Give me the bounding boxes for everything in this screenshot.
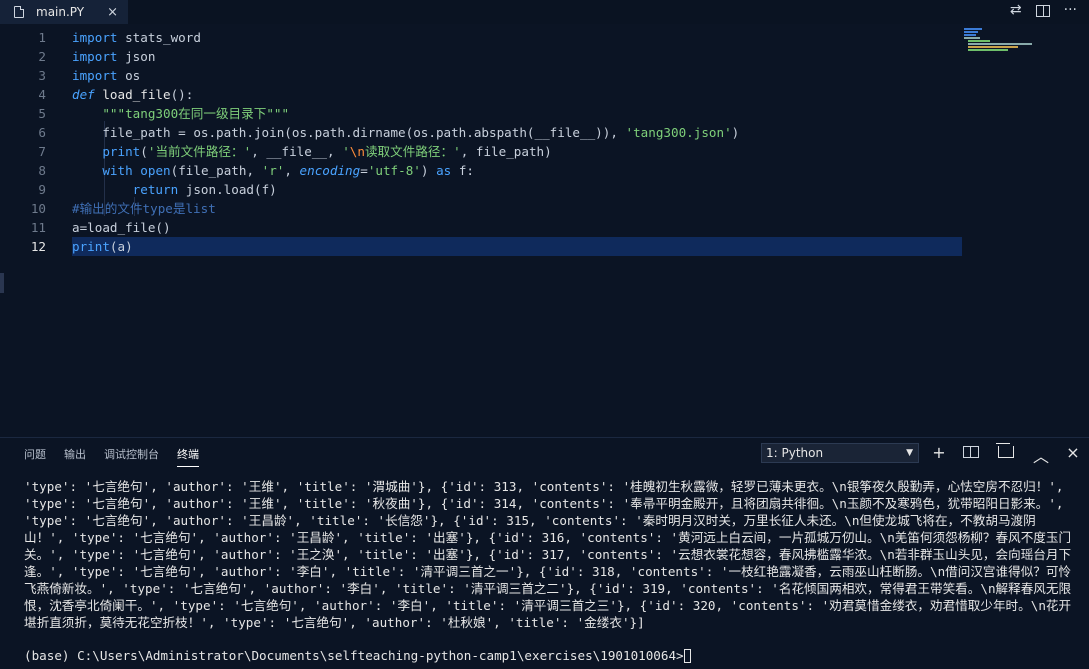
terminal-select[interactable]: 1: Python ▼ bbox=[761, 443, 919, 463]
code-text: return json.load(f) bbox=[132, 182, 277, 197]
terminal-output: 'type': '七言绝句', 'author': '王维', 'title':… bbox=[24, 479, 1072, 630]
split-terminal-icon[interactable] bbox=[963, 446, 979, 458]
minimap[interactable] bbox=[962, 26, 1042, 52]
trash-icon[interactable] bbox=[996, 443, 1014, 458]
code-text: import json bbox=[72, 49, 156, 64]
code-text: file_path = os.path.join(os.path.dirname… bbox=[72, 125, 740, 140]
code-line[interactable]: 4 def load_file(): bbox=[0, 85, 1000, 104]
line-number: 10 bbox=[30, 201, 46, 216]
code-text: import stats_word bbox=[72, 30, 201, 45]
code-line[interactable]: 6 file_path = os.path.join(os.path.dirna… bbox=[0, 123, 1000, 142]
code-line[interactable]: 7 print('当前文件路径：', __file__, '\n读取文件路径：'… bbox=[0, 142, 1000, 161]
file-icon bbox=[14, 6, 24, 18]
code-text: a=load_file() bbox=[72, 220, 171, 235]
code-text: with open(file_path, 'r', encoding='utf-… bbox=[102, 163, 474, 178]
compare-changes-icon[interactable]: ⇄ bbox=[1010, 2, 1022, 18]
current-line-highlight bbox=[72, 237, 962, 256]
code-line[interactable]: 8 with open(file_path, 'r', encoding='ut… bbox=[0, 161, 1000, 180]
close-panel-icon[interactable]: × bbox=[1065, 443, 1081, 467]
code-editor[interactable]: 1 import stats_word 2 import json 3 import os… bbox=[0, 26, 1089, 436]
code-line[interactable]: 5 """tang300在同一级目录下""" bbox=[0, 104, 1000, 123]
line-number: 3 bbox=[38, 68, 46, 83]
tab-terminal[interactable]: 终端 bbox=[177, 446, 199, 467]
code-text: """tang300在同一级目录下""" bbox=[102, 106, 290, 121]
code-line[interactable]: 12 print(a) bbox=[0, 237, 1000, 256]
line-number: 11 bbox=[30, 220, 46, 235]
line-number: 5 bbox=[38, 106, 46, 121]
code-line[interactable]: 11 a=load_file() bbox=[0, 218, 1000, 237]
editor-actions: ⇄ ··· bbox=[1010, 2, 1077, 18]
terminal-cursor bbox=[683, 649, 691, 663]
close-icon[interactable]: × bbox=[107, 5, 118, 20]
code-text: import os bbox=[72, 68, 141, 83]
line-number: 8 bbox=[38, 163, 46, 178]
code-line[interactable]: 2 import json bbox=[0, 47, 1000, 66]
editor-tab-main[interactable]: main.PY × bbox=[0, 0, 128, 24]
code-line[interactable]: 9 return json.load(f) bbox=[0, 180, 1000, 199]
tab-filename: main.PY bbox=[36, 5, 85, 19]
line-number: 12 bbox=[30, 239, 46, 254]
code-line[interactable]: 3 import os bbox=[0, 66, 1000, 85]
line-number: 4 bbox=[38, 87, 46, 102]
code-text: print('当前文件路径：', __file__, '\n读取文件路径：', … bbox=[102, 144, 552, 159]
new-terminal-icon[interactable]: + bbox=[931, 443, 947, 467]
terminal-select-value: 1: Python bbox=[766, 446, 824, 460]
code-text: print(a) bbox=[72, 239, 133, 254]
panel-tabs: 问题 输出 调试控制台 终端 bbox=[24, 446, 217, 467]
line-number: 7 bbox=[38, 144, 46, 159]
tab-bar: main.PY × ⇄ ··· bbox=[0, 0, 1089, 24]
prompt-text: (base) C:\Users\Administrator\Documents\… bbox=[24, 648, 684, 663]
bottom-panel: 问题 输出 调试控制台 终端 1: Python ▼ + ︿ × 'type':… bbox=[0, 437, 1089, 669]
terminal-prompt[interactable]: (base) C:\Users\Administrator\Documents\… bbox=[24, 648, 691, 663]
chevron-down-icon: ▼ bbox=[906, 448, 913, 458]
tab-debug-console[interactable]: 调试控制台 bbox=[104, 446, 159, 467]
line-number: 2 bbox=[38, 49, 46, 64]
line-number: 1 bbox=[38, 30, 46, 45]
tab-output[interactable]: 输出 bbox=[64, 446, 86, 467]
code-line[interactable]: 10 #输出的文件type是list bbox=[0, 199, 1000, 218]
line-number: 9 bbox=[38, 182, 46, 197]
split-editor-icon[interactable] bbox=[1035, 5, 1050, 17]
line-number: 6 bbox=[38, 125, 46, 140]
panel-actions: + ︿ × bbox=[931, 443, 1081, 467]
code-text: def load_file(): bbox=[72, 87, 194, 102]
code-text: #输出的文件type是list bbox=[72, 201, 216, 216]
more-actions-icon[interactable]: ··· bbox=[1064, 2, 1077, 18]
tab-problems[interactable]: 问题 bbox=[24, 446, 46, 467]
code-line[interactable]: 1 import stats_word bbox=[0, 28, 1000, 47]
scroll-marker bbox=[0, 273, 4, 293]
maximize-panel-icon[interactable]: ︿ bbox=[1033, 443, 1049, 467]
